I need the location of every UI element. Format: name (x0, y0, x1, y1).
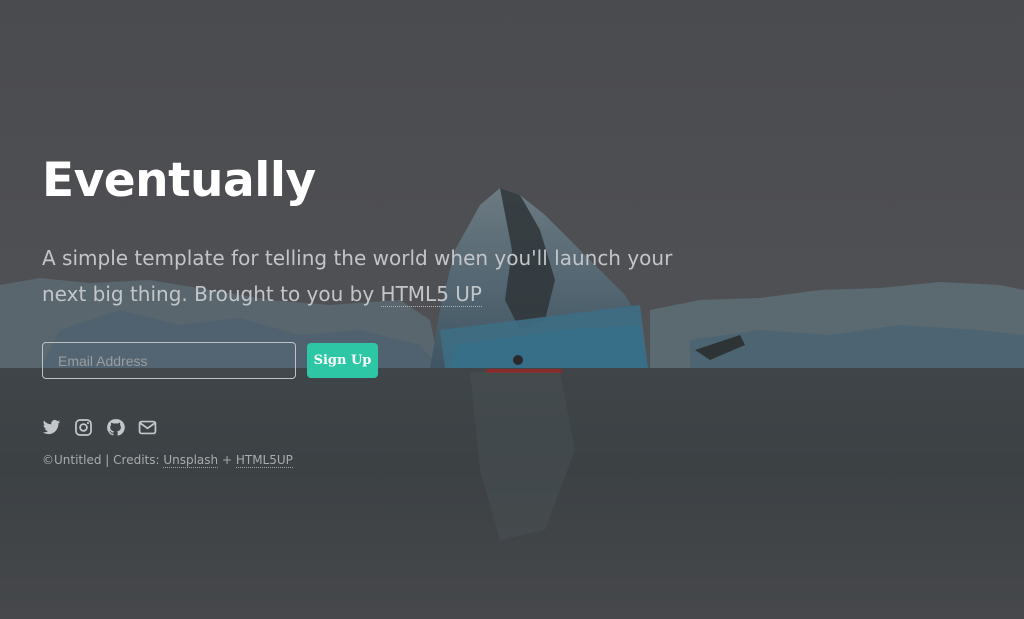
html5up-credit-link[interactable]: HTML5UP (235, 453, 293, 468)
sign-up-button[interactable]: Sign Up (307, 343, 378, 378)
credits-separator: | Credits: (101, 453, 164, 467)
hero-section: Eventually A simple template for telling… (0, 0, 1024, 619)
tagline-text: A simple template for telling the world … (42, 246, 673, 306)
envelope-icon[interactable] (138, 418, 157, 437)
instagram-icon[interactable] (74, 418, 93, 437)
html5up-link[interactable]: HTML5 UP (380, 282, 482, 307)
tagline: A simple template for telling the world … (42, 240, 682, 312)
signup-form: Sign Up (42, 342, 378, 379)
social-icons (42, 418, 157, 437)
page-title: Eventually (42, 153, 316, 208)
footer-credits: ©Untitled | Credits: Unsplash + HTML5UP (42, 453, 293, 468)
credits-plus: + (218, 453, 236, 467)
github-icon[interactable] (106, 418, 125, 437)
twitter-icon[interactable] (42, 418, 61, 437)
copyright-text: ©Untitled (42, 453, 102, 467)
unsplash-link[interactable]: Unsplash (163, 453, 219, 468)
email-input[interactable] (42, 342, 296, 379)
